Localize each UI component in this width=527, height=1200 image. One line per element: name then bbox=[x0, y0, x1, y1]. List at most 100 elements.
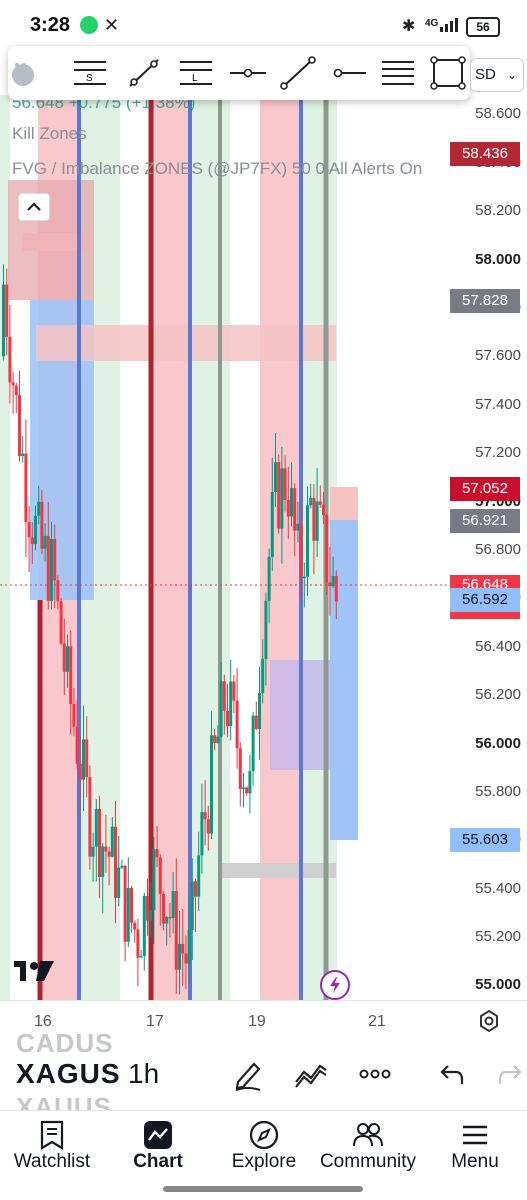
symbol-prev[interactable]: CADUS bbox=[16, 1028, 113, 1059]
price-tick: 56.800 bbox=[475, 540, 521, 558]
kill-zones-label[interactable]: Kill Zones bbox=[12, 124, 87, 144]
nav-menu[interactable]: Menu bbox=[440, 1119, 510, 1173]
candle-body bbox=[18, 395, 21, 457]
price-label: 57.828 bbox=[450, 289, 520, 314]
candle-body bbox=[14, 385, 18, 396]
battery-indicator: 56 bbox=[466, 17, 500, 37]
price-tick: 58.000 bbox=[475, 250, 521, 268]
horizontal-ray-icon[interactable] bbox=[228, 54, 268, 92]
candle-body bbox=[43, 535, 47, 549]
candle-body bbox=[98, 808, 101, 877]
horizontal-line-icon[interactable] bbox=[330, 54, 370, 92]
horizontal-lines-l-icon[interactable]: L bbox=[176, 54, 216, 92]
rectangle-icon[interactable] bbox=[428, 54, 468, 92]
candle-body bbox=[322, 504, 325, 516]
fvg-blue-zone bbox=[330, 520, 358, 840]
candle-body bbox=[11, 382, 15, 386]
candle-body bbox=[229, 681, 233, 727]
candle-body bbox=[200, 812, 204, 856]
currency-text: SD bbox=[475, 66, 496, 83]
candle-body bbox=[139, 955, 143, 958]
candle-body bbox=[197, 855, 201, 897]
candle-body bbox=[149, 910, 153, 921]
candle-body bbox=[30, 537, 34, 545]
price-tick: 56.400 bbox=[475, 637, 521, 655]
candle-body bbox=[107, 851, 111, 857]
nav-chart[interactable]: Chart bbox=[118, 1119, 198, 1173]
horizontal-lines-s-icon[interactable]: S bbox=[70, 54, 110, 92]
candle-body bbox=[152, 849, 156, 911]
candle-body bbox=[85, 739, 89, 777]
menu-icon bbox=[440, 1119, 510, 1151]
candle-body bbox=[325, 515, 329, 583]
candle-body bbox=[267, 556, 271, 601]
candle-body bbox=[248, 770, 252, 794]
candle-body bbox=[264, 600, 268, 659]
nav-label: Watchlist bbox=[13, 1151, 91, 1172]
nav-watchlist[interactable]: Watchlist bbox=[8, 1119, 96, 1173]
chart-canvas[interactable]: 56.648 +0.775 (+1.38%) Kill Zones FVG / … bbox=[0, 95, 450, 1000]
interval-selector[interactable]: 1h bbox=[128, 1058, 159, 1090]
candle-body bbox=[296, 523, 300, 531]
price-axis[interactable]: 58.60058.40058.20058.00057.80057.60057.4… bbox=[450, 95, 527, 1000]
price-tick: 58.200 bbox=[475, 202, 521, 220]
indicators-icon[interactable] bbox=[294, 1060, 328, 1090]
candle-body bbox=[309, 497, 313, 506]
candle-body bbox=[62, 643, 66, 672]
candle-body bbox=[181, 943, 185, 954]
drawing-toolbar: S L bbox=[8, 46, 470, 100]
candle-body bbox=[130, 887, 133, 923]
currency-select[interactable]: SD ⌄ bbox=[470, 58, 524, 92]
price-tick: 56.200 bbox=[475, 686, 521, 704]
line-segment-icon[interactable] bbox=[278, 54, 318, 92]
community-icon bbox=[314, 1119, 422, 1151]
candle-body bbox=[66, 646, 69, 672]
price-label: 56.592 bbox=[450, 588, 520, 613]
candle-body bbox=[72, 704, 76, 727]
candle-body bbox=[206, 819, 210, 834]
candle-body bbox=[203, 812, 207, 820]
symbol-name[interactable]: XAGUS bbox=[16, 1058, 121, 1090]
trend-line-icon[interactable] bbox=[124, 54, 164, 92]
candle-body bbox=[101, 846, 105, 877]
candle-body bbox=[174, 891, 178, 970]
price-label: 56.921 bbox=[450, 508, 520, 533]
redo-icon[interactable] bbox=[496, 1062, 522, 1088]
parallel-lines-icon[interactable] bbox=[378, 54, 418, 92]
candle-body bbox=[21, 453, 25, 457]
candle-body bbox=[190, 881, 194, 930]
candle-body bbox=[178, 943, 181, 970]
nav-explore[interactable]: Explore bbox=[222, 1119, 306, 1173]
watchlist-icon bbox=[8, 1119, 96, 1151]
candle-body bbox=[251, 715, 255, 771]
undo-icon[interactable] bbox=[440, 1062, 466, 1088]
price-tick: 55.400 bbox=[475, 879, 521, 897]
gear-icon[interactable] bbox=[477, 1009, 501, 1033]
candle-body bbox=[158, 857, 162, 894]
price-label: 55.603 bbox=[450, 827, 520, 852]
nav-community[interactable]: Community bbox=[314, 1119, 422, 1173]
candle-body bbox=[136, 929, 140, 958]
candle-body bbox=[187, 929, 191, 964]
symbol-row: CADUS XAGUS XAUUS 1h bbox=[0, 1028, 527, 1112]
candle-body bbox=[165, 916, 169, 924]
more-icon[interactable] bbox=[358, 1066, 392, 1082]
candle-body bbox=[286, 500, 290, 517]
candle-body bbox=[222, 681, 226, 711]
candle-body bbox=[27, 521, 31, 538]
bluetooth-icon: ✱ bbox=[402, 18, 416, 35]
candle-body bbox=[162, 893, 165, 924]
symbol-next[interactable]: XAUUS bbox=[16, 1092, 112, 1112]
candle-body bbox=[59, 601, 63, 644]
price-tick: 58.600 bbox=[475, 105, 521, 123]
candle-body bbox=[306, 505, 309, 577]
chart-svg bbox=[0, 95, 450, 1000]
fvg-indicator-label[interactable]: FVG / Imbalance ZONES (@JP7FX) 50 0 All … bbox=[12, 159, 422, 179]
candle-body bbox=[117, 867, 121, 898]
chevron-down-icon: ⌄ bbox=[506, 68, 517, 82]
pencil-icon[interactable] bbox=[230, 1058, 264, 1092]
price-tick: 57.200 bbox=[475, 444, 521, 462]
chevron-up-icon[interactable] bbox=[18, 193, 50, 221]
candle-body bbox=[46, 535, 50, 601]
lightning-icon[interactable] bbox=[320, 970, 350, 1000]
